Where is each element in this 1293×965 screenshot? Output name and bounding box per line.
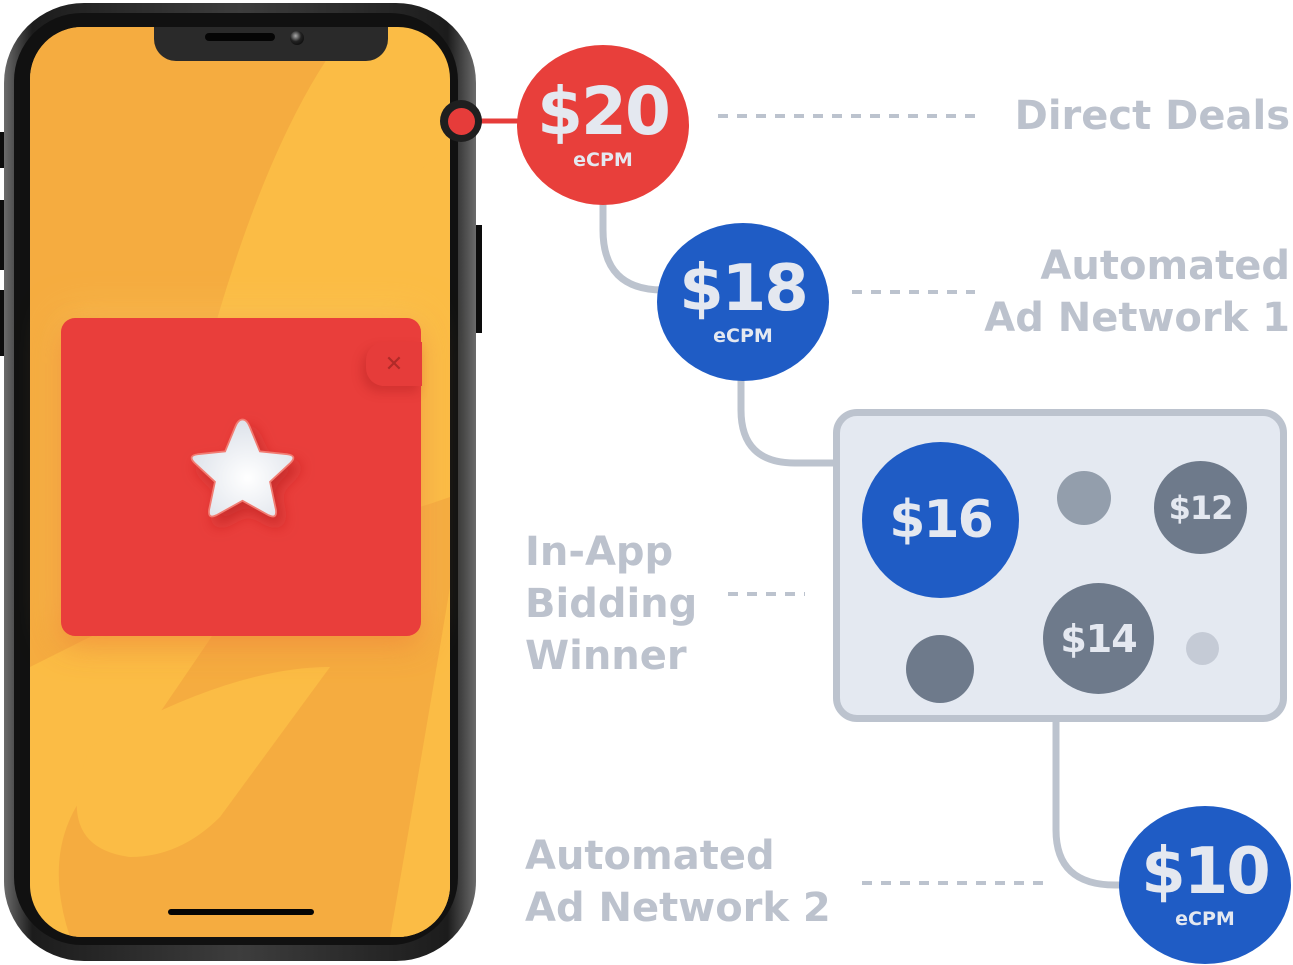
- ecpm-unit: eCPM: [573, 149, 633, 171]
- label-direct-deals: Direct Deals: [1014, 93, 1290, 139]
- bid-bubble: [1057, 471, 1111, 525]
- bubble-ad-network-1: $18 eCPM: [657, 223, 829, 381]
- star-icon: [170, 405, 315, 550]
- label-ad-network-1: Automated Ad Network 1: [984, 243, 1290, 341]
- ad-close-button[interactable]: ✕: [366, 342, 422, 386]
- bid-bubble-winner: $16: [862, 442, 1019, 598]
- connector-an1-to-bidding: [737, 370, 836, 467]
- bubble-direct-deals: $20 eCPM: [517, 45, 689, 205]
- label-ad-network-2: Automated Ad Network 2: [525, 833, 831, 931]
- bid-bubble: $12: [1154, 461, 1247, 554]
- phone-connector-node: [440, 100, 482, 142]
- bid-bubble: $14: [1043, 583, 1154, 694]
- ecpm-unit: eCPM: [1175, 908, 1235, 930]
- close-icon: ✕: [384, 351, 404, 377]
- bid-bubble: [1186, 632, 1219, 665]
- ecpm-value: $20: [537, 73, 671, 150]
- ecpm-value: $10: [1141, 835, 1271, 909]
- phone-speaker: [205, 33, 275, 41]
- label-in-app-bidding: In-App Bidding Winner: [525, 529, 698, 679]
- bubble-ad-network-2: $10 eCPM: [1119, 806, 1291, 964]
- ecpm-unit: eCPM: [713, 325, 773, 347]
- phone-home-indicator: [168, 909, 314, 915]
- ecpm-value: $18: [679, 252, 809, 326]
- bid-bubble: [906, 635, 974, 703]
- phone-camera: [290, 31, 304, 45]
- connector-direct-to-an1: [599, 195, 664, 294]
- connector-bidding-to-an2: [1052, 720, 1130, 889]
